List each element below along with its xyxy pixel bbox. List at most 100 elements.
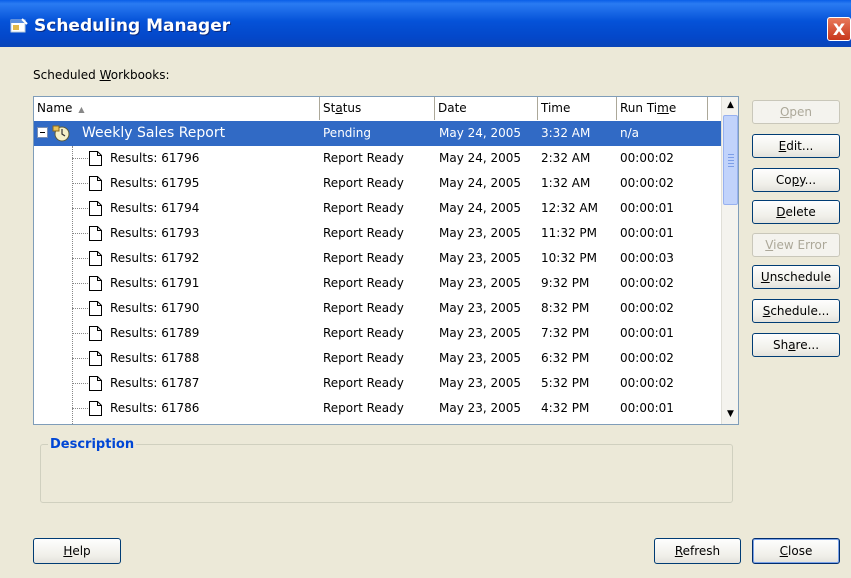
tree-connector — [72, 233, 88, 234]
row-time: 7:32 PM — [541, 326, 590, 340]
row-run-time: 00:00:02 — [620, 301, 674, 315]
edit-button[interactable]: Edit... — [752, 134, 840, 158]
scroll-up-icon[interactable]: ▲ — [722, 97, 738, 114]
table-row[interactable]: Results: 61786 Report Ready May 23, 2005 4:… — [34, 396, 721, 421]
row-date: May 23, 2005 — [439, 401, 522, 415]
row-name: Results: 61796 — [110, 151, 200, 165]
row-time: 3:32 PM — [541, 421, 589, 424]
table-row[interactable]: Results: 61793 Report Ready May 23, 2005 11… — [34, 221, 721, 246]
row-status: Report Ready — [323, 351, 404, 365]
row-run-time: 00:00:02 — [620, 421, 674, 424]
scroll-thumb[interactable] — [723, 115, 738, 205]
row-run-time: 00:00:02 — [620, 276, 674, 290]
table-row[interactable]: Results: 61794 Report Ready May 24, 2005 12… — [34, 196, 721, 221]
row-name: Results: 61794 — [110, 201, 200, 215]
row-time: 11:32 PM — [541, 226, 597, 240]
delete-button[interactable]: Delete — [752, 200, 840, 224]
description-box — [40, 444, 733, 503]
close-icon: X — [832, 20, 846, 39]
document-icon — [89, 201, 102, 216]
table-row[interactable]: Results: 61789 Report Ready May 23, 2005 7:… — [34, 321, 721, 346]
table-row[interactable]: Results: 61796 Report Ready May 24, 2005 2:… — [34, 146, 721, 171]
row-run-time: 00:00:02 — [620, 351, 674, 365]
row-date: May 24, 2005 — [439, 126, 522, 140]
window-close-button[interactable]: X — [827, 17, 851, 41]
row-run-time: 00:00:01 — [620, 401, 674, 415]
row-status: Report Ready — [323, 251, 404, 265]
row-time: 8:32 PM — [541, 301, 590, 315]
row-time: 12:32 AM — [541, 201, 598, 215]
scroll-down-icon[interactable]: ▼ — [722, 406, 738, 423]
title-bar[interactable]: Scheduling Manager X — [0, 0, 851, 47]
close-button[interactable]: Close — [752, 538, 840, 564]
row-status: Report Ready — [323, 276, 404, 290]
row-date: May 23, 2005 — [439, 301, 522, 315]
document-icon — [89, 251, 102, 266]
tree-connector — [72, 208, 88, 209]
row-status: Report Ready — [323, 421, 404, 424]
collapse-icon[interactable] — [37, 127, 48, 138]
row-date: May 23, 2005 — [439, 376, 522, 390]
scheduled-workbooks-label: Scheduled Workbooks: — [33, 68, 170, 82]
row-status: Report Ready — [323, 376, 404, 390]
column-header-run-time[interactable]: Run Time — [617, 97, 708, 120]
row-run-time: 00:00:03 — [620, 251, 674, 265]
view-error-button[interactable]: View Error — [752, 233, 840, 257]
tree-connector — [72, 383, 88, 384]
document-icon — [89, 226, 102, 241]
row-run-time: n/a — [620, 126, 640, 140]
grip-icon — [728, 154, 734, 168]
row-name: Weekly Sales Report — [82, 125, 226, 141]
document-icon — [89, 276, 102, 291]
workbooks-tree-table[interactable]: Name ▲ Status Date Time Run Time Weekly S… — [33, 96, 739, 425]
row-date: May 24, 2005 — [439, 151, 522, 165]
table-row[interactable]: Results: 61785 Report Ready May 23, 2005 3:… — [34, 421, 721, 424]
row-name: Results: 61786 — [110, 401, 200, 415]
column-header-status[interactable]: Status — [320, 97, 435, 120]
share-button[interactable]: Share... — [752, 333, 840, 357]
row-time: 1:32 AM — [541, 176, 591, 190]
row-name: Results: 61790 — [110, 301, 200, 315]
row-date: May 23, 2005 — [439, 276, 522, 290]
schedule-button[interactable]: Schedule... — [752, 299, 840, 323]
column-header-name[interactable]: Name ▲ — [34, 97, 320, 120]
row-date: May 23, 2005 — [439, 251, 522, 265]
row-date: May 23, 2005 — [439, 351, 522, 365]
row-run-time: 00:00:01 — [620, 326, 674, 340]
row-name: Results: 61795 — [110, 176, 200, 190]
row-status: Report Ready — [323, 301, 404, 315]
table-row[interactable]: Results: 61788 Report Ready May 23, 2005 6:… — [34, 346, 721, 371]
sort-ascending-icon: ▲ — [78, 105, 85, 114]
row-name: Results: 61787 — [110, 376, 200, 390]
help-button[interactable]: Help — [33, 538, 121, 564]
copy-button[interactable]: Copy... — [752, 168, 840, 192]
table-row[interactable]: Results: 61790 Report Ready May 23, 2005 8:… — [34, 296, 721, 321]
description-label: Description — [48, 437, 137, 452]
tree-connector — [72, 283, 88, 284]
column-header-date[interactable]: Date — [435, 97, 538, 120]
column-header-time[interactable]: Time — [538, 97, 617, 120]
row-name: Results: 61785 — [110, 421, 199, 424]
table-row[interactable]: Results: 61792 Report Ready May 23, 2005 10… — [34, 246, 721, 271]
row-time: 9:32 PM — [541, 276, 590, 290]
window-title: Scheduling Manager — [34, 16, 231, 36]
scheduling-manager-dialog: Scheduling Manager X Scheduled Workbooks… — [0, 0, 851, 578]
table-row[interactable]: Results: 61791 Report Ready May 23, 2005 9:… — [34, 271, 721, 296]
row-name: Results: 61788 — [110, 351, 200, 365]
table-row[interactable]: Results: 61795 Report Ready May 24, 2005 1:… — [34, 171, 721, 196]
row-status: Report Ready — [323, 326, 404, 340]
row-status: Report Ready — [323, 201, 404, 215]
table-row-selected[interactable]: Weekly Sales Report Pending May 24, 2005… — [34, 121, 721, 146]
table-row[interactable]: Results: 61787 Report Ready May 23, 2005 5:… — [34, 371, 721, 396]
unschedule-button[interactable]: Unschedule — [752, 265, 840, 289]
row-name: Results: 61791 — [110, 276, 200, 290]
row-time: 5:32 PM — [541, 376, 590, 390]
row-status: Report Ready — [323, 151, 404, 165]
vertical-scrollbar[interactable]: ▲ ▼ — [721, 97, 738, 424]
row-status: Report Ready — [323, 401, 404, 415]
row-date: May 23, 2005 — [439, 226, 522, 240]
open-button[interactable]: Open — [752, 100, 840, 124]
refresh-button[interactable]: Refresh — [654, 538, 741, 564]
row-date: May 24, 2005 — [439, 176, 522, 190]
row-status: Report Ready — [323, 176, 404, 190]
